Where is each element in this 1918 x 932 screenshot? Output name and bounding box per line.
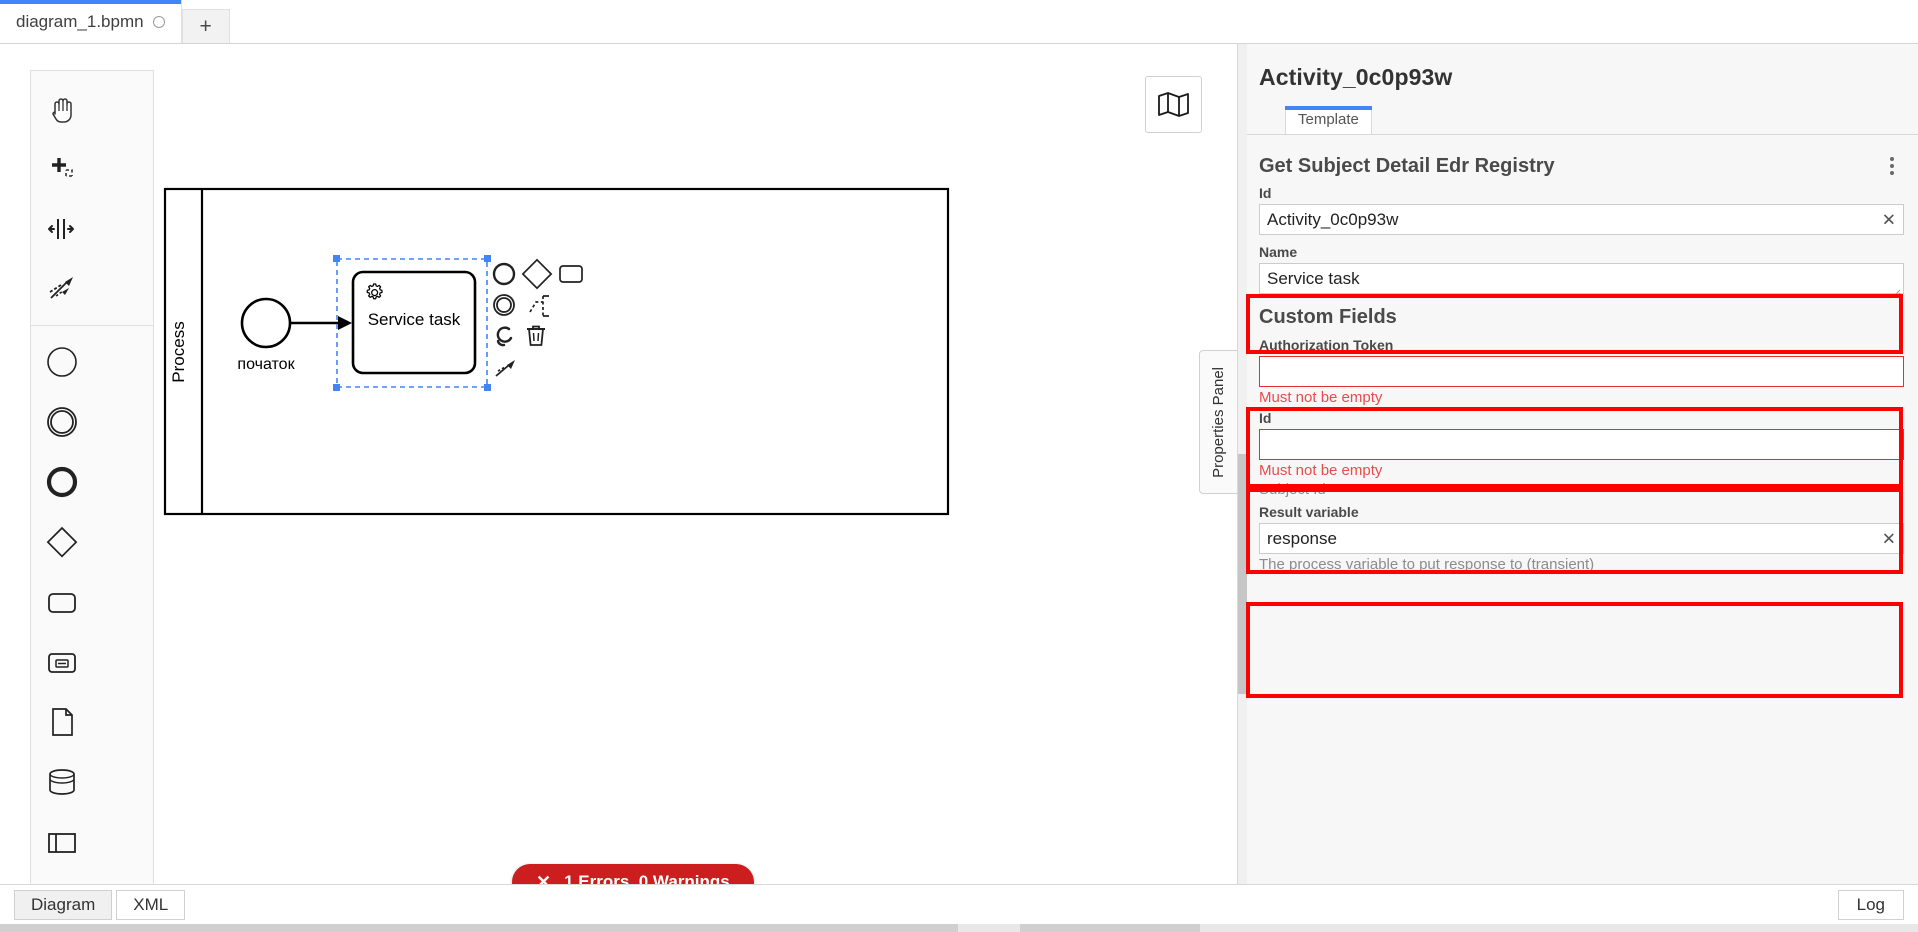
bottom-tab-diagram[interactable]: Diagram xyxy=(14,889,113,920)
field-group-authorization-token: Authorization Token Must not be empty xyxy=(1247,331,1918,406)
hint-custom-id: Subject Id xyxy=(1259,481,1326,498)
new-tab-button[interactable]: + xyxy=(181,9,230,43)
field-group-name: Name xyxy=(1247,235,1918,297)
field-label-name: Name xyxy=(1259,244,1298,260)
template-menu-kebab-icon[interactable] xyxy=(1886,153,1898,179)
template-header: Get Subject Detail Edr Registry xyxy=(1247,135,1918,179)
main-area: Process початок Service task ✕ 1 Errors,… xyxy=(0,44,1918,884)
field-label-custom-id: Id xyxy=(1259,410,1272,426)
input-authorization-token[interactable] xyxy=(1259,356,1904,387)
resize-grip-icon[interactable] xyxy=(1893,284,1901,297)
window-bottom-edge xyxy=(0,924,1918,932)
custom-fields-heading: Custom Fields xyxy=(1259,306,1397,328)
pool-label: Process xyxy=(169,321,188,382)
properties-panel-toggle[interactable]: Properties Panel xyxy=(1199,350,1237,494)
input-name[interactable] xyxy=(1259,263,1904,294)
field-group-id: Id ✕ xyxy=(1247,179,1918,235)
field-group-custom-id: Id Must not be empty Subject Id xyxy=(1247,406,1918,498)
field-label-id: Id xyxy=(1259,185,1272,201)
properties-panel-toggle-label: Properties Panel xyxy=(1210,366,1227,478)
close-icon[interactable]: ✕ xyxy=(536,872,551,885)
bottom-edge-segment xyxy=(1020,924,1200,932)
properties-panel-content: Activity_0c0p93w Template Get Subject De… xyxy=(1247,44,1918,884)
template-name: Get Subject Detail Edr Registry xyxy=(1259,154,1555,177)
field-label-authorization-token: Authorization Token xyxy=(1259,337,1394,353)
input-result-variable[interactable] xyxy=(1259,523,1904,554)
service-task-gear-icon xyxy=(366,283,383,300)
bpmn-diagram[interactable]: Process початок Service task xyxy=(0,44,1238,884)
properties-scrollbar-track[interactable] xyxy=(1238,44,1247,884)
properties-scrollbar-thumb[interactable] xyxy=(1238,454,1247,694)
bottom-status-bar: Diagram XML Log xyxy=(0,884,1918,924)
error-banner-text: 1 Errors, 0 Warnings xyxy=(564,872,730,884)
tab-label: diagram_1.bpmn xyxy=(16,11,144,31)
properties-panel: Activity_0c0p93w Template Get Subject De… xyxy=(1238,44,1918,884)
hint-result-variable: The process variable to put response to … xyxy=(1259,556,1595,573)
tab-template[interactable]: Template xyxy=(1285,106,1372,134)
service-task-label: Service task xyxy=(368,310,461,329)
tab-diagram-1-bpmn[interactable]: diagram_1.bpmn xyxy=(0,0,182,43)
minimap-toggle-button[interactable] xyxy=(1145,76,1202,133)
properties-tab-list: Template xyxy=(1247,105,1918,135)
bottom-edge-segment xyxy=(0,924,958,932)
clear-result-variable-icon[interactable]: ✕ xyxy=(1882,530,1896,547)
input-id[interactable] xyxy=(1259,204,1904,235)
input-custom-id[interactable] xyxy=(1259,429,1904,460)
tab-unsaved-indicator-icon[interactable] xyxy=(152,15,165,28)
editor-tab-bar: diagram_1.bpmn + xyxy=(0,0,1918,44)
bottom-tab-xml[interactable]: XML xyxy=(116,889,186,920)
error-warning-banner[interactable]: ✕ 1 Errors, 0 Warnings xyxy=(512,864,754,884)
bpmn-canvas[interactable]: Process початок Service task ✕ 1 Errors,… xyxy=(0,44,1238,884)
clear-id-icon[interactable]: ✕ xyxy=(1882,211,1896,228)
camunda-modeler-window: diagram_1.bpmn + Process початок Service… xyxy=(0,0,1918,932)
log-button[interactable]: Log xyxy=(1837,889,1904,920)
start-event-label: початок xyxy=(237,356,295,373)
map-icon xyxy=(1158,92,1189,117)
error-authorization-token: Must not be empty xyxy=(1259,389,1383,406)
properties-panel-title: Activity_0c0p93w xyxy=(1259,64,1453,90)
field-label-result-variable: Result variable xyxy=(1259,504,1359,520)
error-custom-id: Must not be empty xyxy=(1259,462,1383,479)
field-group-result-variable: Result variable ✕ The process variable t… xyxy=(1247,498,1918,573)
